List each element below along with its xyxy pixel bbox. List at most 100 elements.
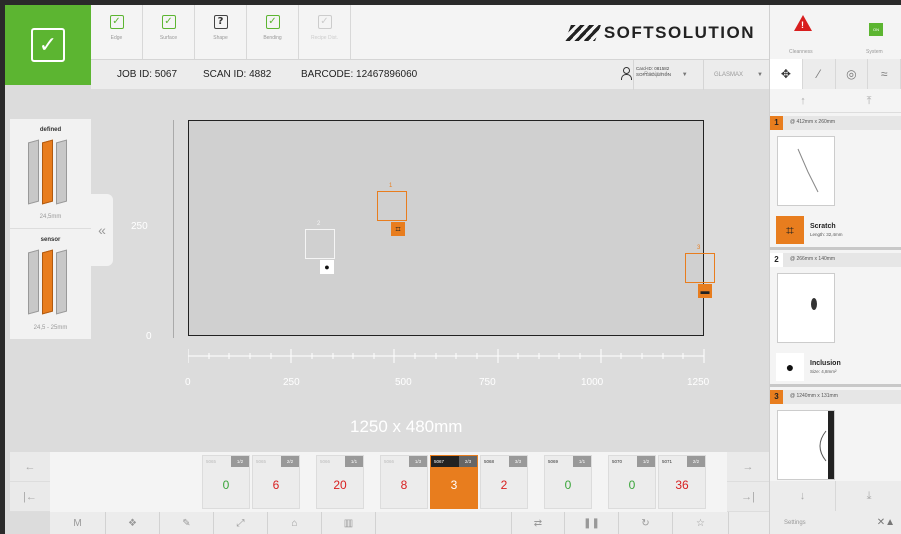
scan-tile[interactable]: 5071 2/2 36: [658, 455, 706, 509]
recipe-value: Recipe 4: [644, 72, 668, 78]
brand-name: SOFTSOLUTION: [603, 23, 755, 42]
collapse-panel-button[interactable]: «: [91, 194, 113, 266]
defect-thumbnail: [777, 410, 835, 480]
favorite-button[interactable]: ☆: [673, 512, 729, 534]
defined-title: defined: [39, 127, 62, 133]
check-icon: ✓: [317, 15, 332, 29]
arrow-top-icon: ⤒: [866, 95, 872, 107]
edge-defect-icon[interactable]: ▬: [698, 284, 712, 298]
defect-marker-1[interactable]: [377, 191, 407, 221]
y-axis: [173, 120, 174, 338]
check-surface[interactable]: ✓ Surface: [143, 5, 195, 59]
y-tick-label: 0: [146, 331, 152, 342]
inclusion-image: [811, 298, 817, 310]
cleanness-label: Cleanness: [789, 49, 813, 55]
scan-tile[interactable]: 5070 1/2 0: [608, 455, 656, 509]
scan-tile[interactable]: 5066 1/1 20: [316, 455, 364, 509]
glass-pane-icon: [28, 139, 39, 205]
swap-icon: ⇄: [533, 517, 543, 529]
glass-dropdown[interactable]: GLASMAX ▼: [703, 60, 769, 90]
system-status-badge[interactable]: ON: [869, 23, 883, 36]
scan-tile[interactable]: 5069 1/1 0: [544, 455, 592, 509]
warning-mark: !: [801, 20, 804, 30]
defect-measure: Length: 32,4mm: [810, 232, 843, 237]
next-button[interactable]: →: [727, 452, 769, 482]
pen-icon: ⁄: [817, 67, 820, 81]
arrow-up-icon: ↑: [800, 95, 806, 107]
defect-item-number: 2: [770, 253, 783, 267]
ruler-button[interactable]: ✎: [160, 512, 214, 534]
settings-label[interactable]: Settings: [784, 520, 806, 526]
tile-header: 5071 2/2: [659, 456, 705, 467]
arrow-last-icon: →|: [741, 491, 755, 503]
delete-button[interactable]: ▥: [322, 512, 376, 534]
x-tick-label: 250: [283, 377, 300, 388]
chevron-left-icon: «: [98, 222, 106, 238]
first-button[interactable]: |←: [10, 482, 50, 512]
defect-thumbnail: [777, 136, 835, 206]
x-tick-label: 750: [479, 377, 496, 388]
fullscreen-button[interactable]: ⤢: [214, 512, 268, 534]
glass-pane-view[interactable]: 1 ⌗ 2 ● 3 ▬: [188, 120, 715, 336]
last-button[interactable]: →|: [727, 482, 769, 512]
pause-button[interactable]: ❚❚: [565, 512, 619, 534]
tile-header: 5069 1/1: [545, 456, 591, 467]
thickness-sensor[interactable]: sensor 24,5 - 25mm: [10, 229, 91, 339]
manual-button[interactable]: M: [50, 512, 106, 534]
system-status-area: ! Cleanness ON System: [769, 5, 901, 59]
arrow-left-icon: ←: [24, 461, 36, 473]
tile-defect-count: 0: [222, 478, 230, 492]
check-bending[interactable]: ✓ Bending: [247, 5, 299, 59]
scratch-icon: ⌗: [776, 216, 804, 244]
tile-header: 5066 1/3: [381, 456, 427, 467]
palette-button[interactable]: ❖: [106, 512, 160, 534]
tile-defect-count: 6: [272, 478, 280, 492]
palette-icon: ❖: [128, 517, 137, 529]
tile-defect-count: 8: [400, 478, 408, 492]
wave-tool-button[interactable]: ≈: [868, 59, 901, 89]
brand-mark-icon: [564, 25, 601, 41]
inclusion-icon: ●: [776, 353, 804, 381]
camera-button[interactable]: ⌂: [268, 512, 322, 534]
scan-tile-active[interactable]: 5067 2/3 3: [430, 455, 478, 509]
scan-tile[interactable]: 5065 1/2 0: [202, 455, 250, 509]
star-icon: ☆: [696, 517, 705, 529]
scan-tile[interactable]: 5065 2/2 6: [252, 455, 300, 509]
edge-image: [819, 411, 834, 479]
settings-icon[interactable]: ✕▲: [877, 517, 895, 528]
thickness-defined[interactable]: defined 24,5mm: [10, 119, 91, 229]
select-tool-button[interactable]: ✥: [770, 59, 803, 89]
scroll-down-button[interactable]: ↓: [770, 481, 836, 511]
check-shape[interactable]: ? Shape: [195, 5, 247, 59]
inspection-status: ✓: [5, 5, 91, 85]
defect-item-1[interactable]: 1 @ 412mm x 260mm ⌗ Scratch Length: 32,4…: [770, 116, 901, 250]
wave-icon: ≈: [880, 67, 888, 81]
refresh-button[interactable]: ↻: [619, 512, 673, 534]
tile-fraction: 1/2: [637, 456, 655, 467]
glass-value: GLASMAX: [714, 72, 744, 78]
tile-defect-count: 3: [450, 478, 458, 492]
scan-tile[interactable]: 5068 3/3 2: [480, 455, 528, 509]
surface-tool-button[interactable]: ◎: [836, 59, 869, 89]
glass-pane-icon: [28, 249, 39, 315]
check-recipe-dist[interactable]: ✓ Recipe Dist.: [299, 5, 351, 59]
recipe-dropdown[interactable]: Recipe 4 ▼: [633, 60, 703, 90]
scroll-bottom-button[interactable]: ⤓: [836, 481, 901, 511]
check-edge[interactable]: ✓ Edge: [91, 5, 143, 59]
scratch-icon[interactable]: ⌗: [391, 222, 405, 236]
defect-item-3[interactable]: 3 @ 1240mm x 131mm: [770, 390, 901, 481]
swap-button[interactable]: ⇄: [511, 512, 565, 534]
nav-right: → →|: [727, 452, 769, 512]
defect-marker-3[interactable]: [685, 253, 715, 283]
tile-defect-count: 20: [333, 478, 347, 492]
scan-tile[interactable]: 5066 1/3 8: [380, 455, 428, 509]
inclusion-icon[interactable]: ●: [320, 260, 334, 274]
tile-id: 5071: [662, 459, 673, 464]
y-tick-label: 250: [131, 221, 148, 232]
scroll-up-button[interactable]: ↑: [770, 89, 836, 112]
prev-button[interactable]: ←: [10, 452, 50, 482]
defect-marker-2[interactable]: [305, 229, 335, 259]
scroll-top-button[interactable]: ⤒: [836, 89, 901, 112]
defect-item-2[interactable]: 2 @ 266mm x 140mm ● Inclusion Size: 4,8m…: [770, 253, 901, 387]
edge-tool-button[interactable]: ⁄: [803, 59, 836, 89]
